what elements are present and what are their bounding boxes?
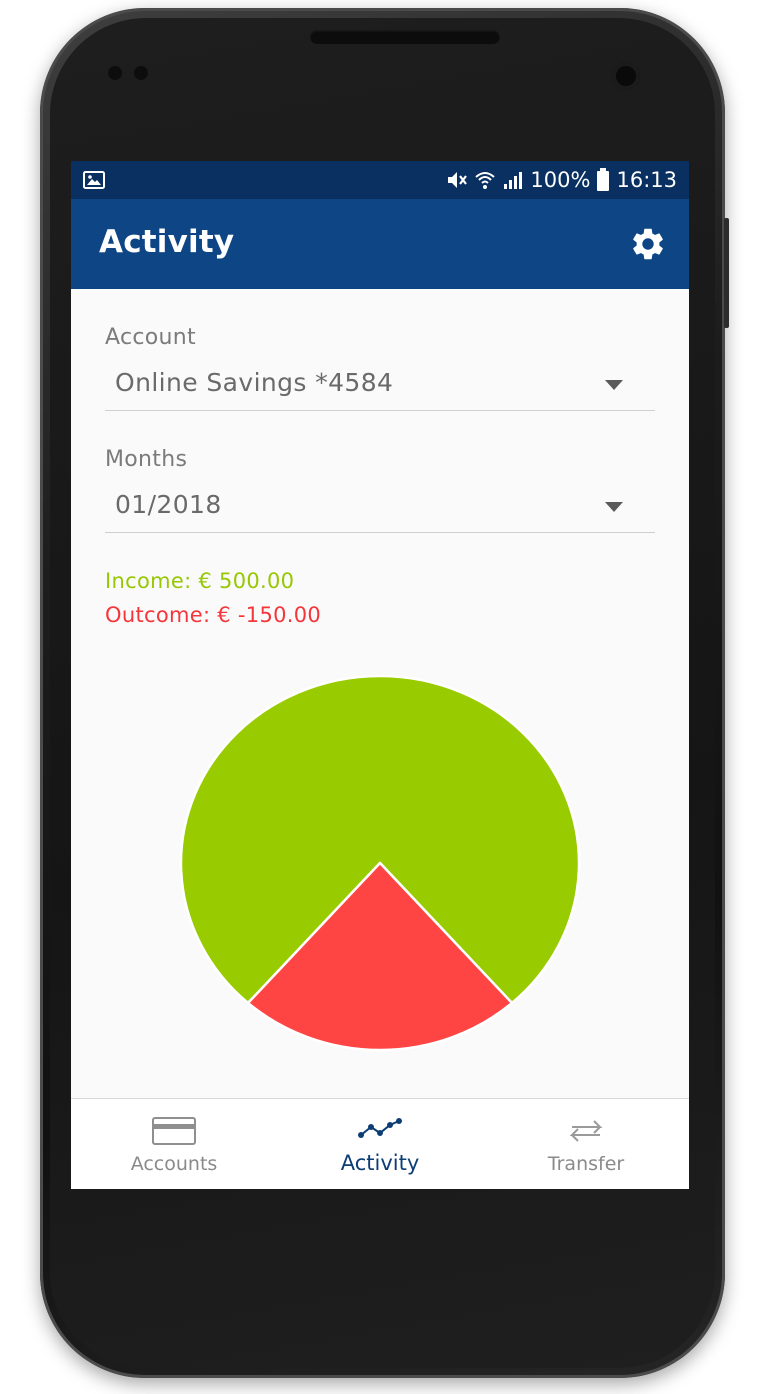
status-time: 16:13 — [616, 168, 677, 192]
status-bar: 100% 16:13 — [71, 161, 689, 199]
income-summary: Income: € 500.00 — [105, 569, 295, 593]
account-label: Account — [105, 325, 196, 350]
battery-icon — [597, 168, 610, 191]
earpiece-speaker — [310, 30, 500, 44]
wifi-icon — [475, 172, 496, 189]
page-title: Activity — [99, 224, 235, 260]
screen: 100% 16:13 Activity Account Online Savin… — [71, 161, 689, 1189]
chevron-down-icon — [605, 380, 623, 390]
nav-item-activity[interactable]: Activity — [277, 1099, 483, 1189]
status-icons: 100% 16:13 — [446, 161, 677, 199]
power-button — [724, 218, 729, 328]
battery-percent: 100% — [530, 168, 591, 192]
months-value: 01/2018 — [115, 490, 222, 519]
outcome-summary: Outcome: € -150.00 — [105, 603, 322, 627]
nav-label-accounts: Accounts — [130, 1153, 218, 1175]
vibrate-mute-icon — [448, 172, 468, 188]
account-dropdown[interactable]: Online Savings *4584 — [105, 362, 655, 411]
nav-label-activity: Activity — [340, 1151, 420, 1175]
months-label: Months — [105, 447, 188, 472]
card-icon — [152, 1117, 196, 1145]
image-icon — [83, 171, 105, 189]
nav-label-transfer: Transfer — [547, 1153, 625, 1175]
account-value: Online Savings *4584 — [115, 368, 394, 397]
transfer-arrows-icon — [569, 1120, 603, 1142]
front-camera — [612, 62, 640, 90]
chevron-down-icon — [605, 502, 623, 512]
nav-item-accounts[interactable]: Accounts — [71, 1099, 277, 1189]
signal-icon — [504, 172, 523, 189]
app-bar: Activity — [71, 199, 689, 289]
income-outcome-pie-chart — [179, 674, 581, 1052]
nav-item-transfer[interactable]: Transfer — [483, 1099, 689, 1189]
gear-icon[interactable] — [629, 225, 667, 263]
bottom-navigation: Accounts Activity Transfer — [71, 1098, 689, 1189]
proximity-sensor — [108, 66, 122, 80]
activity-chart-icon — [358, 1118, 402, 1138]
light-sensor — [134, 66, 148, 80]
months-dropdown[interactable]: 01/2018 — [105, 484, 655, 533]
